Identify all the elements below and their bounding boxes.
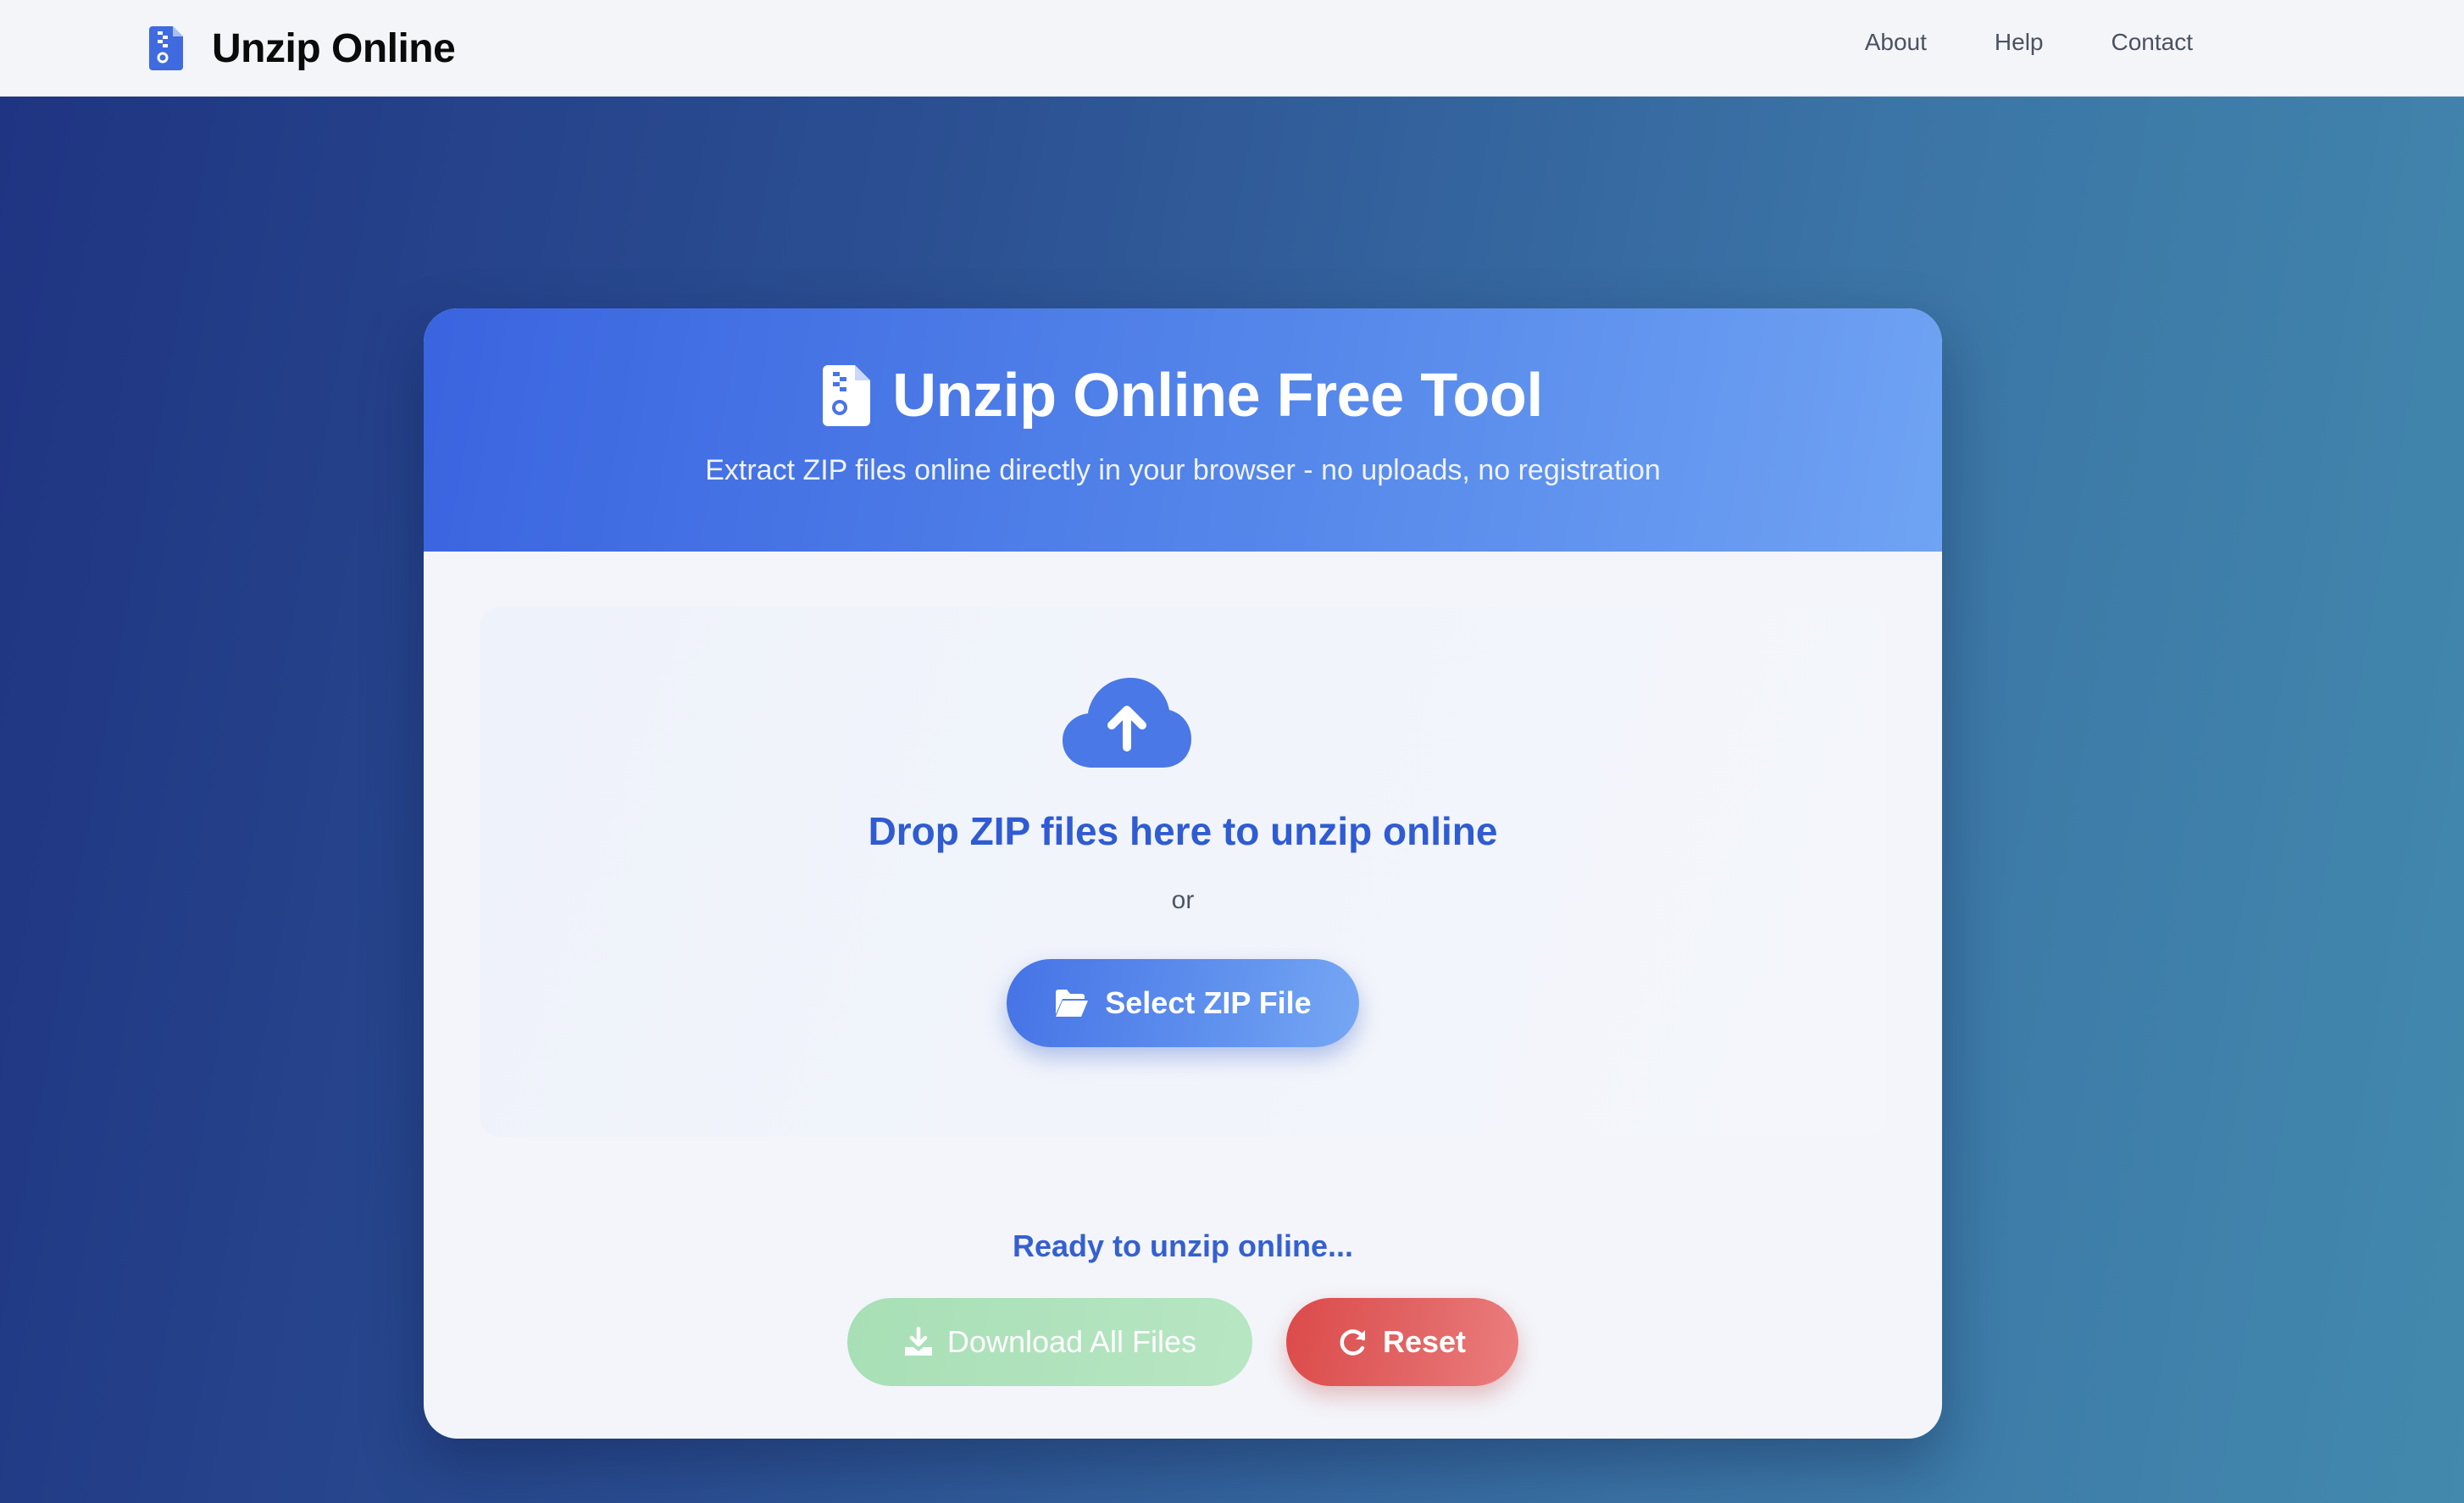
file-zipper-icon [149,26,183,70]
brand-name: Unzip Online [212,25,456,71]
page-subtitle: Extract ZIP files online directly in you… [705,454,1661,486]
download-all-files-button[interactable]: Download All Files [847,1298,1252,1386]
page-title: Unzip Online Free Tool [892,362,1543,430]
nav-link-contact[interactable]: Contact [2112,25,2194,59]
reset-label: Reset [1382,1324,1467,1359]
card-title: Unzip Online Free Tool [424,361,1942,430]
cloud-upload-icon [1063,678,1191,768]
top-navbar: Unzip Online About Help Contact [0,0,2464,97]
brand[interactable]: Unzip Online [149,19,456,78]
select-zip-file-label: Select ZIP File [1105,985,1312,1020]
nav-link-help[interactable]: Help [1995,25,2044,59]
file-zipper-icon [823,365,871,426]
rotate-icon [1340,1329,1366,1356]
reset-button[interactable]: Reset [1286,1298,1518,1386]
drop-zone-heading: Drop ZIP files here to unzip online [868,809,1498,853]
nav-links: About Help Contact [1797,25,2193,59]
download-icon [904,1327,932,1356]
status-text: Ready to unzip online... [1012,1228,1353,1263]
nav-link-about[interactable]: About [1865,25,1927,59]
folder-open-icon [1056,990,1089,1017]
select-zip-file-button[interactable]: Select ZIP File [1007,959,1359,1047]
unzip-tool-card: Unzip Online Free Tool Extract ZIP files… [424,308,1942,1439]
card-header: Unzip Online Free Tool Extract ZIP files… [424,308,1942,552]
or-separator: or [1171,886,1195,914]
download-all-files-label: Download All Files [946,1324,1197,1359]
